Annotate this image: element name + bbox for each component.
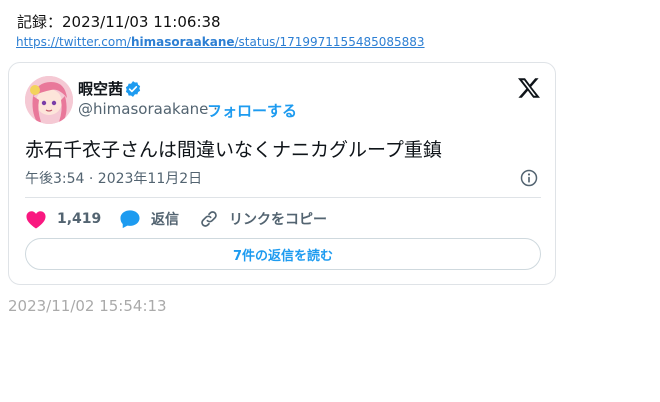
copy-link-button[interactable]: リンクをコピー (199, 208, 327, 230)
tweet-timestamp[interactable]: 午後3:54 · 2023年11月2日 (25, 168, 202, 188)
read-replies-button[interactable]: 7件の返信を読む (25, 238, 541, 270)
url-suffix: /status/1719971155485085883 (234, 35, 425, 49)
x-logo-icon[interactable] (517, 76, 541, 100)
like-button[interactable]: 1,419 (25, 208, 101, 230)
handle: @himasoraakane · (78, 100, 218, 118)
info-icon[interactable] (519, 168, 539, 188)
copy-link-label: リンクをコピー (229, 212, 327, 228)
tweet-url-link[interactable]: https://twitter.com/himasoraakane/status… (16, 35, 425, 49)
avatar[interactable] (25, 76, 73, 124)
verified-badge-icon (125, 81, 141, 97)
handle-text: @himasoraakane (78, 100, 209, 118)
like-count: 1,419 (57, 211, 102, 227)
url-username: himasoraakane (130, 35, 235, 49)
follow-button[interactable]: フォローする (207, 100, 297, 121)
reply-label: 返信 (151, 212, 179, 228)
reply-bubble-icon (120, 210, 140, 229)
link-icon (201, 211, 217, 227)
display-name[interactable]: 暇空茜 (78, 78, 123, 99)
heart-icon (26, 211, 46, 229)
capture-timestamp: 2023/11/02 15:54:13 (8, 297, 167, 315)
tweet-text: 赤石千衣子さんは間違いなくナニカグループ重鎮 (25, 139, 442, 161)
url-prefix: https://twitter.com/ (16, 35, 131, 49)
reply-button[interactable]: 返信 (119, 208, 179, 230)
divider (25, 197, 541, 198)
record-timestamp: 記録：2023/11/03 11:06:38 (17, 13, 221, 31)
tweet-card: 暇空茜 @himasoraakane · フォローする 赤石千衣子さんは間違いな… (8, 62, 556, 285)
